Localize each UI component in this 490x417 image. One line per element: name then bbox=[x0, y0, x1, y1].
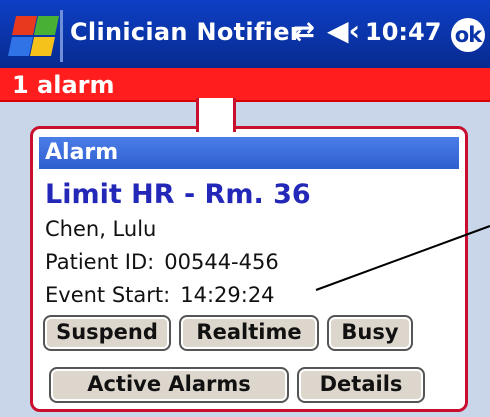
callout-line bbox=[315, 225, 490, 291]
